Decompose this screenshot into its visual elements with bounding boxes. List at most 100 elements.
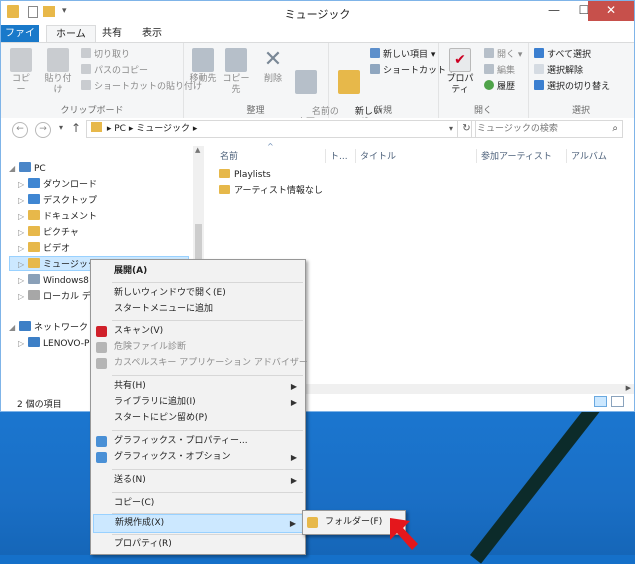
copy-path-button[interactable]: パスのコピー (81, 64, 148, 77)
tree-item-windows8[interactable]: ▷ Windows8 (18, 273, 89, 288)
expand-arrow-icon[interactable]: ▷ (18, 257, 28, 272)
up-arrow-icon[interactable]: ↑ (71, 121, 81, 135)
minimize-button[interactable]: — (539, 1, 569, 21)
expand-arrow-icon[interactable]: ▷ (18, 273, 28, 288)
expand-arrow-icon[interactable]: ▷ (18, 289, 28, 304)
edit-button[interactable]: 編集 (484, 64, 515, 77)
new-item-button[interactable]: 新しい項目 ▾ (370, 48, 435, 61)
menu-item-label: スキャン(V) (114, 326, 164, 336)
copy-to-label: コピー先 (222, 74, 250, 95)
recent-locations-icon[interactable]: ▾ (59, 123, 63, 132)
tab-file[interactable]: ファイル (1, 25, 39, 56)
collapse-arrow-icon[interactable]: ◢ (9, 320, 19, 335)
delete-label: 削除 (263, 74, 282, 84)
menu-item-properties[interactable]: プロパティ(R) (93, 535, 303, 554)
downloads-folder-icon (28, 178, 40, 188)
menu-item-add-start-menu[interactable]: スタートメニューに追加 (93, 300, 303, 319)
address-dropdown-icon[interactable]: ▾ (449, 121, 453, 137)
select-none-button[interactable]: 選択解除 (534, 64, 583, 77)
tab-home[interactable]: ホーム (46, 25, 96, 43)
cut-button[interactable]: 切り取り (81, 48, 130, 61)
item-count: 2 個の項目 (17, 400, 62, 410)
copy-to-icon (225, 48, 247, 72)
menu-item-expand[interactable]: 展開(A) (93, 262, 303, 281)
expand-arrow-icon[interactable]: ▷ (18, 177, 28, 192)
column-header-title[interactable]: タイトル (356, 149, 477, 163)
menu-item-pin-to-start[interactable]: スタートにピン留め(P) (93, 409, 303, 428)
tree-item-label: PC (34, 164, 46, 174)
tree-item-local-disk[interactable]: ▷ ローカル ディ (18, 289, 99, 304)
tree-item-lenovo[interactable]: ▷ LENOVO-P (18, 336, 89, 351)
new-item-label: 新しい項目 ▾ (383, 50, 436, 60)
search-input[interactable]: ミュージックの検索 ⌕ (471, 120, 623, 138)
title-bar[interactable]: ▾ ミュージック — ☐ ✕ (1, 1, 634, 25)
search-placeholder: ミュージックの検索 (477, 124, 558, 134)
tree-item-pc[interactable]: ◢ PC (9, 161, 46, 176)
tree-item-desktop[interactable]: ▷ デスクトップ (18, 193, 97, 208)
file-row-unknown-artist[interactable]: アーティスト情報なし (219, 184, 323, 199)
tree-item-network[interactable]: ◢ ネットワーク (9, 320, 88, 335)
menu-item-graphics-options[interactable]: グラフィックス・オプション ▶ (93, 448, 303, 467)
large-icons-view-icon[interactable] (611, 396, 624, 407)
expand-arrow-icon[interactable]: ▷ (18, 193, 28, 208)
select-group: すべて選択 選択解除 選択の切り替え 選択 (528, 43, 634, 119)
invert-selection-button[interactable]: 選択の切り替え (534, 80, 610, 93)
delete-x-icon: ✕ (263, 47, 283, 72)
scroll-right-icon[interactable]: ▶ (626, 384, 631, 392)
menu-item-kaspersky-advisor[interactable]: カスペルスキー アプリケーション アドバイザー (93, 354, 308, 373)
copy-to-button[interactable]: コピー先 (221, 48, 251, 96)
column-header-album[interactable]: アルバム (567, 149, 633, 163)
folder-icon (219, 185, 230, 194)
collapse-arrow-icon[interactable]: ◢ (9, 161, 19, 176)
kaspersky-advisor-icon (96, 358, 107, 369)
expand-arrow-icon[interactable]: ▷ (18, 225, 28, 240)
expand-arrow-icon[interactable]: ▷ (18, 241, 28, 256)
properties-button[interactable]: ✔ プロパティ (442, 48, 478, 96)
forward-button[interactable]: → (35, 122, 51, 138)
copy-button[interactable]: コピー (8, 48, 34, 96)
menu-item-label: ライブラリに追加(I) (114, 397, 196, 407)
menu-item-new[interactable]: 新規作成(X) ▶ (93, 514, 303, 533)
scroll-up-icon[interactable]: ▲ (195, 146, 200, 154)
move-to-button[interactable]: 移動先 (189, 48, 217, 85)
tab-view[interactable]: 表示 (133, 25, 171, 42)
history-label: 履歴 (497, 82, 516, 92)
file-row-playlists[interactable]: Playlists (219, 168, 271, 183)
column-header-track[interactable]: ト... (326, 149, 356, 163)
tree-item-documents[interactable]: ▷ ドキュメント (18, 209, 97, 224)
tree-item-videos[interactable]: ▷ ビデオ (18, 241, 70, 256)
paste-shortcut-icon (81, 80, 91, 90)
back-button[interactable]: ← (12, 122, 28, 138)
tree-item-label: ダウンロード (43, 180, 98, 190)
ribbon-tabs: ファイル ホーム 共有 表示 (1, 25, 634, 56)
menu-item-label: 危険ファイル診断 (114, 342, 187, 352)
desktop-folder-icon (28, 194, 40, 204)
tree-item-label: ビデオ (43, 244, 71, 254)
history-button[interactable]: 履歴 (484, 80, 515, 93)
open-button[interactable]: 開く ▾ (484, 48, 522, 61)
column-header-artists[interactable]: 参加アーティスト (477, 149, 567, 163)
open-label: 開く ▾ (497, 50, 523, 60)
rename-icon (295, 70, 317, 94)
tree-item-downloads[interactable]: ▷ ダウンロード (18, 177, 97, 192)
documents-folder-icon (28, 210, 40, 220)
paste-button[interactable]: 貼り付け (41, 48, 75, 96)
select-all-label: すべて選択 (547, 50, 592, 60)
address-box[interactable]: ▸ PC ▸ ミュージック ▸ ▾ (86, 120, 458, 138)
close-button[interactable]: ✕ (588, 1, 634, 21)
menu-item-copy[interactable]: コピー(C) (93, 494, 303, 513)
search-icon[interactable]: ⌕ (612, 121, 618, 137)
expand-arrow-icon[interactable]: ▷ (18, 209, 28, 224)
tree-item-pictures[interactable]: ▷ ピクチャ (18, 225, 79, 240)
tree-item-label: LENOVO-P (43, 339, 90, 349)
tab-share[interactable]: 共有 (93, 25, 131, 42)
details-view-icon[interactable] (594, 396, 607, 407)
column-header-name[interactable]: 名前 (216, 149, 326, 163)
menu-item-send-to[interactable]: 送る(N) ▶ (93, 471, 303, 490)
delete-button[interactable]: ✕ 削除 (261, 48, 285, 85)
copy-icon (10, 48, 32, 72)
expand-arrow-icon[interactable]: ▷ (18, 336, 28, 351)
select-none-icon (534, 64, 544, 74)
select-all-button[interactable]: すべて選択 (534, 48, 591, 61)
submenu-arrow-icon: ▶ (290, 453, 297, 462)
